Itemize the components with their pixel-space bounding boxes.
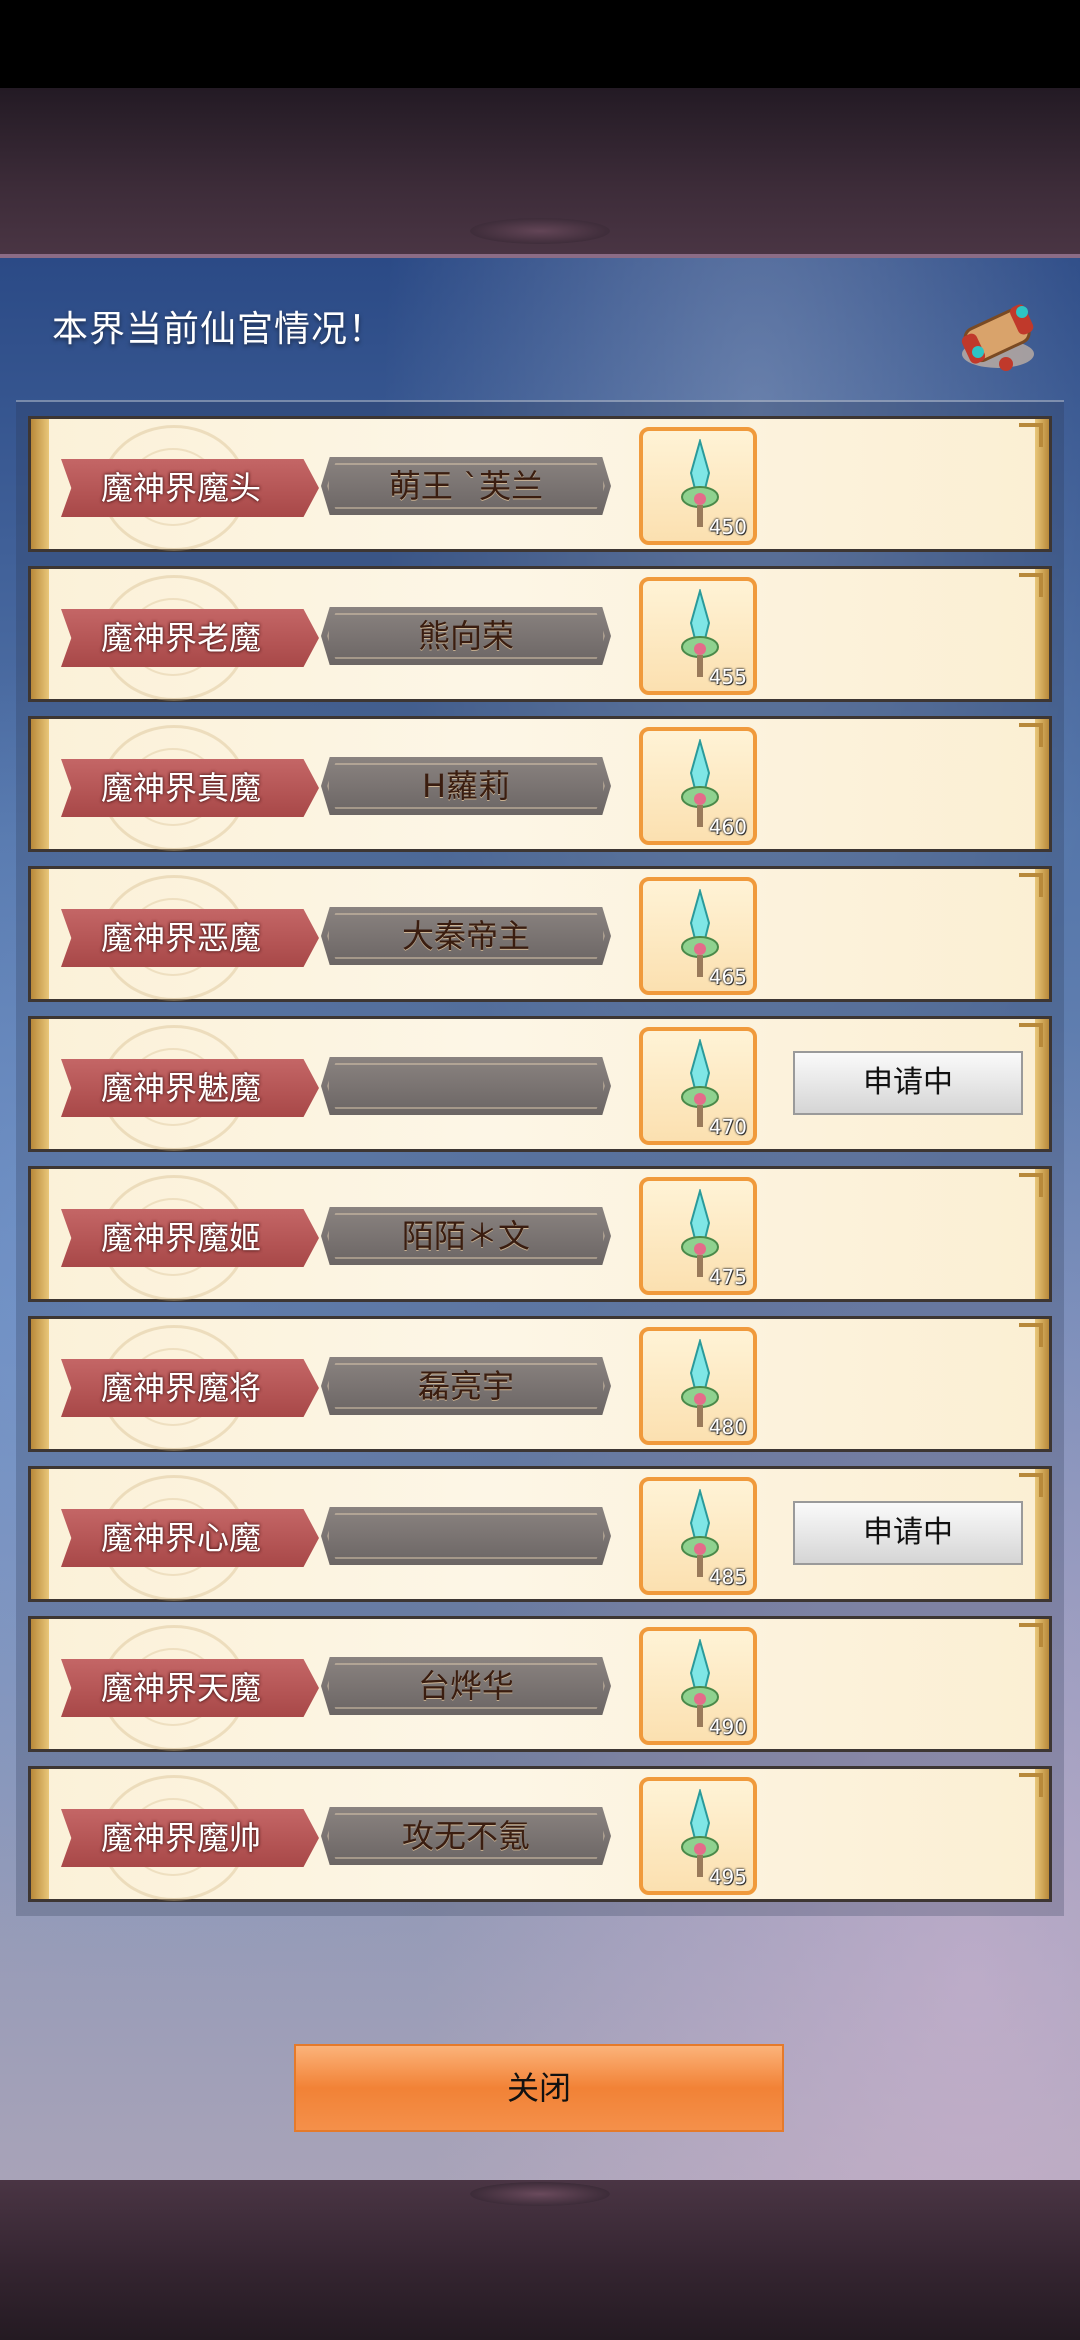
rank-label: 魔神界天魔 (100, 1669, 261, 1707)
officer-name: 攻无不氪 (401, 1817, 530, 1855)
item-slot[interactable]: 485 (639, 1477, 757, 1595)
item-level: 450 (708, 515, 747, 539)
row-frame-right (1019, 1619, 1049, 1749)
item-slot[interactable]: 495 (639, 1777, 757, 1895)
officer-name (321, 1507, 611, 1565)
row-frame-left (31, 1169, 49, 1299)
rank-label: 魔神界魅魔 (100, 1069, 261, 1107)
rank-label: 魔神界真魔 (100, 769, 261, 807)
top-ornament (470, 218, 610, 244)
item-slot[interactable]: 490 (639, 1627, 757, 1745)
row-frame-right (1019, 1169, 1049, 1299)
item-level: 470 (708, 1115, 747, 1139)
dialog-title: 本界当前仙官情况！ (52, 309, 386, 350)
officer-name: H蘿莉 (421, 767, 511, 805)
bottom-ornament (470, 2182, 610, 2206)
rank-label: 魔神界老魔 (100, 619, 261, 657)
officer-row: 魔神界魔将 磊亮宇 480 (28, 1316, 1052, 1452)
item-level: 475 (708, 1265, 747, 1289)
officer-row: 魔神界真魔 H蘿莉 460 (28, 716, 1052, 852)
scroll-icon (961, 304, 1034, 371)
row-frame-left (31, 569, 49, 699)
applying-button[interactable]: 申请中 (793, 1051, 1023, 1115)
officer-row: 魔神界魔头 萌王 `芙兰 450 (28, 416, 1052, 552)
applying-button[interactable]: 申请中 (793, 1501, 1023, 1565)
rank-label: 魔神界心魔 (100, 1519, 261, 1557)
officer-name: 磊亮宇 (417, 1367, 514, 1405)
officer-name: 熊向荣 (417, 617, 514, 655)
row-frame-right (1019, 419, 1049, 549)
row-frame-right (1019, 1469, 1049, 1599)
officer-row: 魔神界老魔 熊向荣 455 (28, 566, 1052, 702)
row-frame-right (1019, 569, 1049, 699)
item-level: 460 (708, 815, 747, 839)
officer-row: 魔神界心魔 485 申请中 (28, 1466, 1052, 1602)
rank-label: 魔神界魔头 (100, 469, 261, 507)
officer-row: 魔神界恶魔 大秦帝主 465 (28, 866, 1052, 1002)
officer-row: 魔神界魔帅 攻无不氪 495 (28, 1766, 1052, 1902)
item-slot[interactable]: 450 (639, 427, 757, 545)
row-frame-left (31, 1469, 49, 1599)
item-level: 485 (708, 1565, 747, 1589)
row-frame-left (31, 1619, 49, 1749)
item-slot[interactable]: 470 (639, 1027, 757, 1145)
item-level: 465 (708, 965, 747, 989)
row-frame-right (1019, 869, 1049, 999)
officer-name: 萌王 `芙兰 (388, 467, 544, 505)
row-frame-left (31, 719, 49, 849)
officer-row: 魔神界天魔 台烨华 490 (28, 1616, 1052, 1752)
row-frame-left (31, 419, 49, 549)
officer-name: 大秦帝主 (401, 917, 530, 955)
officer-name: 陌陌＊文 (401, 1217, 530, 1255)
item-level: 480 (708, 1415, 747, 1439)
item-level: 495 (708, 1865, 747, 1889)
item-level: 490 (708, 1715, 747, 1739)
officer-name: 台烨华 (417, 1667, 514, 1705)
officer-name (321, 1057, 611, 1115)
row-frame-left (31, 1769, 49, 1899)
rank-label: 魔神界魔将 (100, 1369, 261, 1407)
item-slot[interactable]: 480 (639, 1327, 757, 1445)
rank-label: 魔神界魔姬 (100, 1219, 261, 1257)
item-slot[interactable]: 460 (639, 727, 757, 845)
status-bar-area (0, 0, 1080, 88)
row-frame-right (1019, 719, 1049, 849)
item-slot[interactable]: 465 (639, 877, 757, 995)
rank-label: 魔神界恶魔 (100, 919, 261, 957)
row-frame-right (1019, 1769, 1049, 1899)
close-button[interactable]: 关闭 (294, 2044, 784, 2132)
item-slot[interactable]: 475 (639, 1177, 757, 1295)
row-frame-left (31, 869, 49, 999)
item-level: 455 (708, 665, 747, 689)
row-frame-left (31, 1319, 49, 1449)
rank-label: 魔神界魔帅 (100, 1819, 261, 1857)
officer-row: 魔神界魅魔 470 申请中 (28, 1016, 1052, 1152)
row-frame-left (31, 1019, 49, 1149)
officer-row: 魔神界魔姬 陌陌＊文 475 (28, 1166, 1052, 1302)
row-frame-right (1019, 1019, 1049, 1149)
item-slot[interactable]: 455 (639, 577, 757, 695)
row-frame-right (1019, 1319, 1049, 1449)
